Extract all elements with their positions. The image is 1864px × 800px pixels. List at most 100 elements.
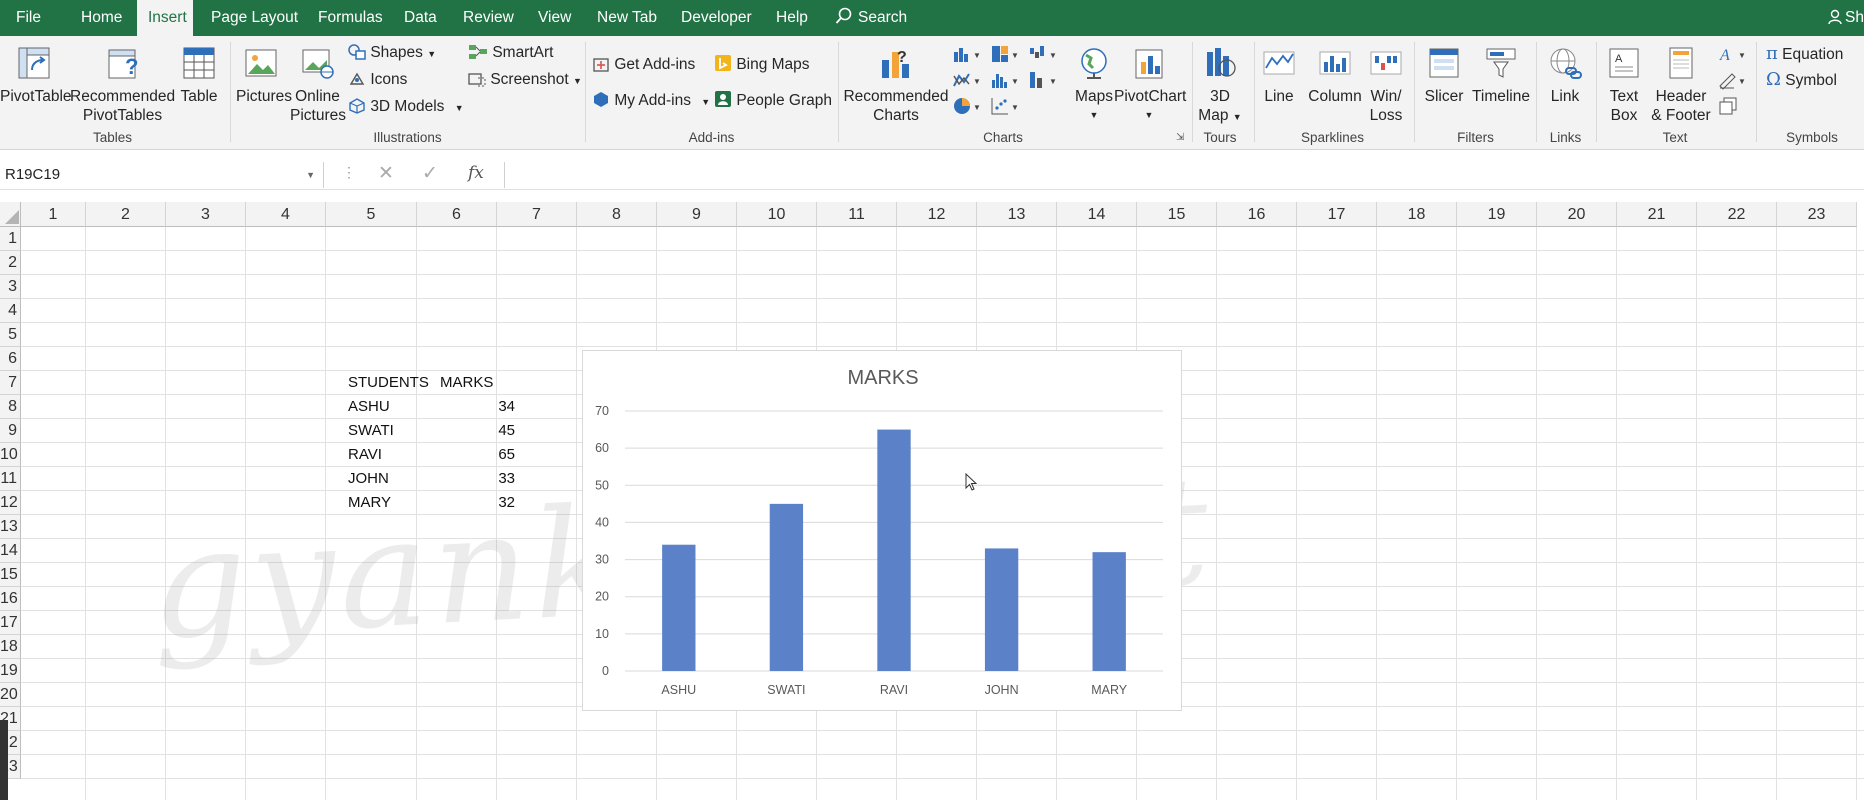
column-header[interactable]: 12 <box>897 202 977 227</box>
student-name-cell[interactable]: ASHU <box>348 395 390 419</box>
row-header[interactable]: 8 <box>0 395 21 419</box>
slicer-button[interactable]: Slicer <box>1420 46 1468 106</box>
column-header[interactable]: 19 <box>1457 202 1537 227</box>
column-header[interactable]: 22 <box>1697 202 1777 227</box>
wordart-dropdown[interactable]: A ▼ <box>1718 44 1750 68</box>
sparkline-column-button[interactable]: Column <box>1306 46 1364 106</box>
recommended-pivottables-button[interactable]: ? Recommended PivotTables <box>70 46 175 125</box>
smartart-button[interactable]: SmartArt <box>468 43 553 62</box>
row-header[interactable]: 9 <box>0 419 21 443</box>
bing-maps-button[interactable]: Bing Maps <box>714 54 810 74</box>
table-button[interactable]: Table <box>178 46 220 106</box>
column-header[interactable]: 7 <box>497 202 577 227</box>
column-header[interactable]: 16 <box>1217 202 1297 227</box>
insert-function-icon[interactable]: fx <box>468 163 484 183</box>
signature-line-dropdown[interactable]: ▼ <box>1718 70 1750 94</box>
column-header[interactable]: 14 <box>1057 202 1137 227</box>
share-button[interactable]: Sh <box>1828 0 1864 36</box>
recommended-charts-button[interactable]: ? Recommended Charts <box>842 46 950 125</box>
student-name-cell[interactable]: MARY <box>348 491 391 515</box>
cancel-icon[interactable]: ✕ <box>378 162 394 185</box>
symbol-button[interactable]: Ω Symbol <box>1766 70 1837 90</box>
statistic-chart-dropdown[interactable]: ▼ <box>990 70 1022 94</box>
column-header[interactable]: 20 <box>1537 202 1617 227</box>
column-header[interactable]: 8 <box>577 202 657 227</box>
tab-review[interactable]: Review <box>463 0 514 36</box>
maps-button[interactable]: Maps ▼ <box>1072 46 1116 125</box>
marks-cell[interactable]: 45 <box>437 419 515 443</box>
student-name-cell[interactable]: JOHN <box>348 467 389 491</box>
3d-models-button[interactable]: 3D Models ▼ <box>348 97 464 118</box>
row-header[interactable]: 19 <box>0 659 21 683</box>
pictures-button[interactable]: Pictures <box>236 46 292 106</box>
tab-new-tab[interactable]: New Tab <box>597 0 657 36</box>
tab-home[interactable]: Home <box>81 0 122 36</box>
marks-cell[interactable]: 33 <box>437 467 515 491</box>
marks-cell[interactable]: 32 <box>437 491 515 515</box>
my-add-ins-button[interactable]: My Add-ins ▼ <box>592 90 710 112</box>
sparkline-line-button[interactable]: Line <box>1258 46 1300 106</box>
row-header[interactable]: 18 <box>0 635 21 659</box>
column-header[interactable]: 3 <box>166 202 246 227</box>
row-header[interactable]: 11 <box>0 467 21 491</box>
icons-button[interactable]: Icons <box>348 70 407 89</box>
column-header[interactable]: 10 <box>737 202 817 227</box>
tab-formulas[interactable]: Formulas <box>318 0 383 36</box>
column-header[interactable]: 2 <box>86 202 166 227</box>
3d-map-button[interactable]: 3D Map ▼ <box>1195 46 1245 127</box>
row-header[interactable]: 13 <box>0 515 21 539</box>
student-name-cell[interactable]: RAVI <box>348 443 382 467</box>
column-header[interactable]: 17 <box>1297 202 1377 227</box>
row-header[interactable]: 2 <box>0 251 21 275</box>
row-header[interactable]: 17 <box>0 611 21 635</box>
hierarchy-chart-dropdown[interactable]: ▼ <box>990 44 1022 68</box>
column-header[interactable]: 23 <box>1777 202 1857 227</box>
row-header[interactable]: 16 <box>0 587 21 611</box>
name-box[interactable]: R19C19 ▼ <box>0 162 324 188</box>
column-header[interactable]: 18 <box>1377 202 1457 227</box>
column-header[interactable]: 5 <box>326 202 417 227</box>
column-header[interactable]: 1 <box>21 202 86 227</box>
header-cell-students[interactable]: STUDENTS <box>348 371 429 395</box>
row-header[interactable]: 4 <box>0 299 21 323</box>
tab-insert[interactable]: Insert <box>137 0 193 36</box>
combo-chart-dropdown[interactable]: ▼ <box>1028 70 1060 94</box>
column-header[interactable]: 13 <box>977 202 1057 227</box>
more-options-icon[interactable]: ⋮ <box>342 164 356 181</box>
dialog-launcher-icon[interactable]: ⇲ <box>1176 132 1184 143</box>
pie-chart-dropdown[interactable]: ▼ <box>952 96 984 120</box>
marks-cell[interactable]: 34 <box>437 395 515 419</box>
row-header[interactable]: 14 <box>0 539 21 563</box>
tab-page-layout[interactable]: Page Layout <box>211 0 298 36</box>
tab-view[interactable]: View <box>538 0 571 36</box>
column-header[interactable]: 21 <box>1617 202 1697 227</box>
header-footer-button[interactable]: Header & Footer <box>1648 46 1714 125</box>
online-pictures-button[interactable]: Online Pictures <box>290 46 346 125</box>
link-button[interactable]: Link <box>1540 46 1590 106</box>
column-header[interactable]: 6 <box>417 202 497 227</box>
column-chart-dropdown[interactable]: ▼ <box>952 44 984 68</box>
column-header[interactable]: 9 <box>657 202 737 227</box>
equation-button[interactable]: π Equation <box>1766 44 1843 64</box>
row-header[interactable]: 1 <box>0 227 21 251</box>
object-button[interactable] <box>1718 96 1738 120</box>
chart-object[interactable]: MARKS 0 10 20 30 40 50 60 70 ASHU SWATI RAVI JOHN MAR… <box>582 350 1182 711</box>
search-box[interactable]: Search <box>835 0 907 36</box>
waterfall-chart-dropdown[interactable]: ▼ <box>1028 44 1060 68</box>
pivotchart-button[interactable]: PivotChart ▼ <box>1114 46 1186 125</box>
tab-help[interactable]: Help <box>776 0 808 36</box>
pivottable-button[interactable]: PivotTable <box>0 46 72 106</box>
screenshot-button[interactable]: Screenshot ▼ <box>468 70 582 91</box>
tab-developer[interactable]: Developer <box>681 0 752 36</box>
sparkline-winloss-button[interactable]: Win/ Loss <box>1366 46 1406 125</box>
tab-data[interactable]: Data <box>404 0 437 36</box>
row-header[interactable]: 5 <box>0 323 21 347</box>
text-box-button[interactable]: A Text Box <box>1600 46 1648 125</box>
scatter-chart-dropdown[interactable]: ▼ <box>990 96 1022 120</box>
tab-file[interactable]: File <box>16 0 41 36</box>
row-header[interactable]: 7 <box>0 371 21 395</box>
header-cell-marks[interactable]: MARKS <box>440 371 493 395</box>
row-header[interactable]: 6 <box>0 347 21 371</box>
formula-input[interactable] <box>504 162 1864 188</box>
chevron-down-icon[interactable]: ▼ <box>306 162 315 188</box>
